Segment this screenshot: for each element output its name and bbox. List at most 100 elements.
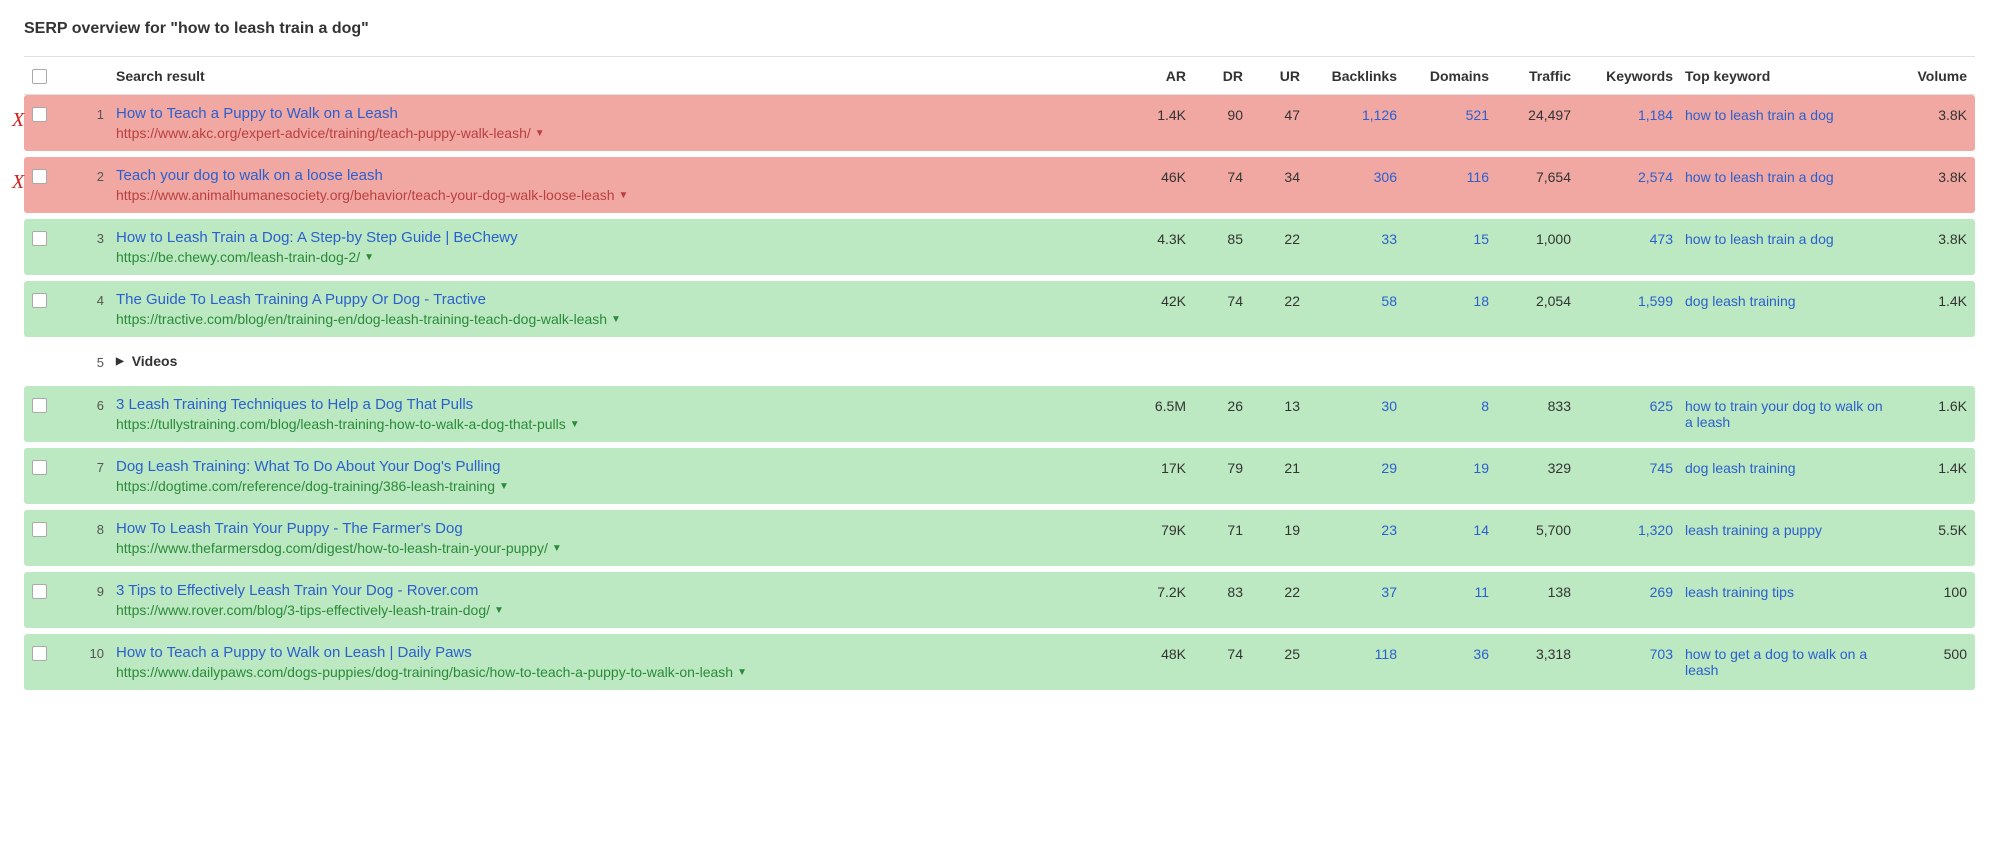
col-top-keyword[interactable]: Top keyword [1685,68,1885,84]
caret-down-icon[interactable]: ▼ [552,543,562,554]
domains-link[interactable]: 18 [1409,291,1489,309]
col-dr[interactable]: DR [1198,68,1243,84]
row-checkbox[interactable] [32,460,47,475]
col-ar[interactable]: AR [1126,68,1186,84]
domains-link[interactable]: 36 [1409,644,1489,662]
col-backlinks[interactable]: Backlinks [1312,68,1397,84]
backlinks-link[interactable]: 306 [1312,167,1397,185]
result-url[interactable]: https://www.akc.org/expert-advice/traini… [116,125,1114,141]
result-url[interactable]: https://www.rover.com/blog/3-tips-effect… [116,602,1114,618]
result-url[interactable]: https://tullystraining.com/blog/leash-tr… [116,416,1114,432]
ur-value: 19 [1255,520,1300,538]
videos-row[interactable]: 5▶Videos [24,343,1975,380]
col-volume[interactable]: Volume [1897,68,1967,84]
result-url[interactable]: https://www.thefarmersdog.com/digest/how… [116,540,1114,556]
select-all-checkbox[interactable] [32,69,47,84]
table-row: 63 Leash Training Techniques to Help a D… [24,386,1975,442]
caret-down-icon[interactable]: ▼ [494,605,504,616]
caret-down-icon[interactable]: ▼ [737,667,747,678]
ar-value: 6.5M [1126,396,1186,414]
domains-link[interactable]: 15 [1409,229,1489,247]
col-keywords[interactable]: Keywords [1583,68,1673,84]
row-checkbox[interactable] [32,293,47,308]
row-checkbox[interactable] [32,398,47,413]
caret-down-icon[interactable]: ▼ [499,481,509,492]
result-title-link[interactable]: The Guide To Leash Training A Puppy Or D… [116,291,1114,308]
keywords-link[interactable]: 1,599 [1583,291,1673,309]
keywords-link[interactable]: 625 [1583,396,1673,414]
caret-down-icon[interactable]: ▼ [611,314,621,325]
backlinks-link[interactable]: 1,126 [1312,105,1397,123]
traffic-value: 1,000 [1501,229,1571,247]
row-checkbox[interactable] [32,584,47,599]
result-title-link[interactable]: How to Leash Train a Dog: A Step-by Step… [116,229,1114,246]
row-checkbox[interactable] [32,169,47,184]
keywords-link[interactable]: 745 [1583,458,1673,476]
result-title-link[interactable]: How To Leash Train Your Puppy - The Farm… [116,520,1114,537]
result-title-link[interactable]: How to Teach a Puppy to Walk on a Leash [116,105,1114,122]
backlinks-link[interactable]: 118 [1312,644,1397,662]
backlinks-link[interactable]: 33 [1312,229,1397,247]
col-domains[interactable]: Domains [1409,68,1489,84]
domains-link[interactable]: 116 [1409,167,1489,185]
row-checkbox[interactable] [32,522,47,537]
backlinks-link[interactable]: 37 [1312,582,1397,600]
backlinks-link[interactable]: 23 [1312,520,1397,538]
rank: 10 [74,644,104,661]
top-keyword-link[interactable]: how to leash train a dog [1685,167,1885,185]
backlinks-link[interactable]: 58 [1312,291,1397,309]
traffic-value: 2,054 [1501,291,1571,309]
row-checkbox[interactable] [32,646,47,661]
caret-down-icon[interactable]: ▼ [535,128,545,139]
caret-down-icon[interactable]: ▼ [619,190,629,201]
top-keyword-link[interactable]: dog leash training [1685,291,1885,309]
dr-value: 74 [1198,167,1243,185]
row-checkbox[interactable] [32,107,47,122]
keywords-link[interactable]: 269 [1583,582,1673,600]
result-url[interactable]: https://dogtime.com/reference/dog-traini… [116,478,1114,494]
result-title-link[interactable]: Teach your dog to walk on a loose leash [116,167,1114,184]
traffic-value: 5,700 [1501,520,1571,538]
keywords-link[interactable]: 1,320 [1583,520,1673,538]
result-url[interactable]: https://www.dailypaws.com/dogs-puppies/d… [116,664,1114,680]
backlinks-link[interactable]: 29 [1312,458,1397,476]
top-keyword-link[interactable]: leash training tips [1685,582,1885,600]
caret-down-icon[interactable]: ▼ [570,419,580,430]
result-title-link[interactable]: How to Teach a Puppy to Walk on Leash | … [116,644,1114,661]
top-keyword-link[interactable]: leash training a puppy [1685,520,1885,538]
x-mark-icon: X [12,171,24,194]
row-checkbox[interactable] [32,231,47,246]
ur-value: 34 [1255,167,1300,185]
keywords-link[interactable]: 1,184 [1583,105,1673,123]
keywords-link[interactable]: 2,574 [1583,167,1673,185]
col-traffic[interactable]: Traffic [1501,68,1571,84]
result-title-link[interactable]: Dog Leash Training: What To Do About You… [116,458,1114,475]
backlinks-link[interactable]: 30 [1312,396,1397,414]
rank: 7 [74,458,104,475]
col-ur[interactable]: UR [1255,68,1300,84]
caret-down-icon[interactable]: ▼ [364,252,374,263]
top-keyword-link[interactable]: how to leash train a dog [1685,229,1885,247]
videos-toggle[interactable]: ▶Videos [116,353,1114,369]
traffic-value: 7,654 [1501,167,1571,185]
result-title-link[interactable]: 3 Leash Training Techniques to Help a Do… [116,396,1114,413]
ar-value: 7.2K [1126,582,1186,600]
domains-link[interactable]: 19 [1409,458,1489,476]
top-keyword-link[interactable]: how to train your dog to walk on a leash [1685,396,1885,430]
top-keyword-link[interactable]: dog leash training [1685,458,1885,476]
result-url[interactable]: https://tractive.com/blog/en/training-en… [116,311,1114,327]
keywords-link[interactable]: 473 [1583,229,1673,247]
domains-link[interactable]: 8 [1409,396,1489,414]
keywords-link[interactable]: 703 [1583,644,1673,662]
domains-link[interactable]: 521 [1409,105,1489,123]
ur-value: 25 [1255,644,1300,662]
top-keyword-link[interactable]: how to get a dog to walk on a leash [1685,644,1885,678]
result-title-link[interactable]: 3 Tips to Effectively Leash Train Your D… [116,582,1114,599]
result-url[interactable]: https://be.chewy.com/leash-train-dog-2/▼ [116,249,1114,265]
table-row: 3How to Leash Train a Dog: A Step-by Ste… [24,219,1975,275]
col-search-result[interactable]: Search result [116,68,1114,84]
domains-link[interactable]: 11 [1409,582,1489,600]
top-keyword-link[interactable]: how to leash train a dog [1685,105,1885,123]
domains-link[interactable]: 14 [1409,520,1489,538]
result-url[interactable]: https://www.animalhumanesociety.org/beha… [116,187,1114,203]
